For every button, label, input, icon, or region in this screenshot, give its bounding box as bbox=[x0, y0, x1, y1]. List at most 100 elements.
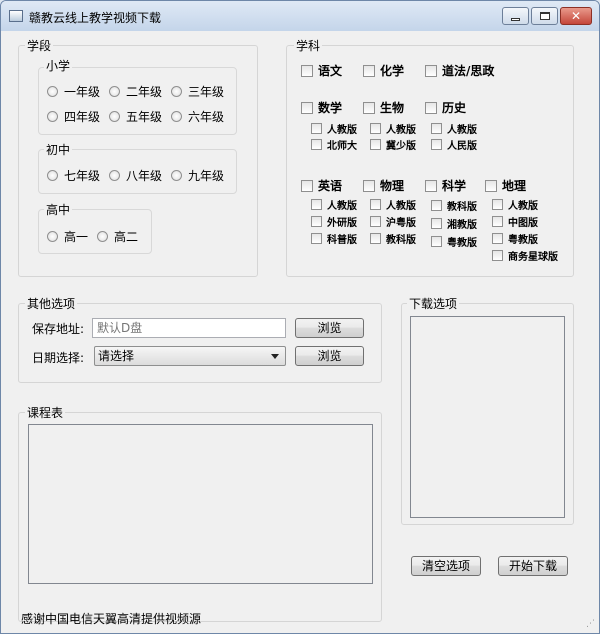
checkbox-science-v1[interactable]: 教科版 bbox=[431, 198, 477, 213]
radio-icon bbox=[171, 170, 182, 181]
date-select[interactable]: 请选择 bbox=[94, 346, 286, 366]
close-icon: ✕ bbox=[570, 9, 582, 23]
checkbox-icon bbox=[431, 200, 442, 211]
radio-label: 九年级 bbox=[188, 169, 225, 183]
radio-icon bbox=[97, 231, 108, 242]
browse-button[interactable]: 浏览 bbox=[295, 318, 364, 338]
checkbox-chinese[interactable]: 语文 bbox=[301, 62, 342, 79]
radio-grade-6[interactable]: 六年级 bbox=[171, 108, 224, 125]
schedule-list[interactable] bbox=[28, 424, 373, 584]
schedule-title: 课程表 bbox=[25, 404, 66, 421]
title-bar: 赣教云线上教学视频下载 ✕ bbox=[1, 1, 599, 31]
radio-label: 七年级 bbox=[64, 169, 101, 183]
checkbox-icon bbox=[363, 64, 375, 77]
checkbox-icon bbox=[311, 216, 322, 227]
checkbox-geography[interactable]: 地理 bbox=[485, 177, 526, 194]
checkbox-biology-v1[interactable]: 人教版 bbox=[370, 121, 416, 136]
checkbox-physics[interactable]: 物理 bbox=[363, 177, 404, 194]
radio-icon bbox=[47, 231, 58, 242]
other-options-title: 其他选项 bbox=[25, 295, 78, 312]
checkbox-label: 商务星球版 bbox=[508, 252, 558, 263]
radio-label: 高二 bbox=[114, 230, 139, 244]
checkbox-icon bbox=[370, 139, 381, 150]
checkbox-icon bbox=[311, 139, 322, 150]
checkbox-icon bbox=[311, 233, 322, 244]
checkbox-icon bbox=[492, 199, 503, 210]
checkbox-english-v2[interactable]: 外研版 bbox=[311, 214, 357, 229]
checkbox-english-v3[interactable]: 科普版 bbox=[311, 231, 357, 246]
checkbox-chemistry[interactable]: 化学 bbox=[363, 62, 404, 79]
start-download-button[interactable]: 开始下载 bbox=[498, 556, 568, 576]
save-path-input[interactable] bbox=[92, 318, 286, 338]
checkbox-label: 人民版 bbox=[447, 141, 477, 152]
checkbox-label: 历史 bbox=[442, 101, 467, 115]
radio-icon bbox=[109, 111, 120, 122]
middle-group-title: 初中 bbox=[44, 141, 73, 158]
checkbox-icon bbox=[485, 179, 497, 192]
checkbox-label: 道法/思政 bbox=[442, 64, 495, 78]
radio-grade-8[interactable]: 八年级 bbox=[109, 167, 162, 184]
checkbox-physics-v2[interactable]: 沪粤版 bbox=[370, 214, 416, 229]
checkbox-icon bbox=[431, 218, 442, 229]
checkbox-label: 科普版 bbox=[327, 235, 357, 246]
checkbox-icon bbox=[425, 179, 437, 192]
checkbox-label: 生物 bbox=[380, 101, 405, 115]
radio-grade-10[interactable]: 高一 bbox=[47, 228, 88, 245]
download-options-title: 下载选项 bbox=[407, 295, 460, 312]
checkbox-biology[interactable]: 生物 bbox=[363, 99, 404, 116]
checkbox-geography-v2[interactable]: 中图版 bbox=[492, 214, 538, 229]
minimize-button[interactable] bbox=[502, 7, 529, 25]
radio-label: 六年级 bbox=[188, 110, 225, 124]
radio-grade-3[interactable]: 三年级 bbox=[171, 83, 224, 100]
checkbox-physics-v3[interactable]: 教科版 bbox=[370, 231, 416, 246]
radio-icon bbox=[47, 170, 58, 181]
radio-grade-2[interactable]: 二年级 bbox=[109, 83, 162, 100]
checkbox-math[interactable]: 数学 bbox=[301, 99, 342, 116]
radio-icon bbox=[109, 86, 120, 97]
radio-grade-1[interactable]: 一年级 bbox=[47, 83, 100, 100]
checkbox-english[interactable]: 英语 bbox=[301, 177, 342, 194]
checkbox-label: 中图版 bbox=[508, 218, 538, 229]
radio-grade-11[interactable]: 高二 bbox=[97, 228, 138, 245]
radio-grade-9[interactable]: 九年级 bbox=[171, 167, 224, 184]
checkbox-science-v3[interactable]: 粤教版 bbox=[431, 234, 477, 249]
resize-grip-icon[interactable]: ⋰ bbox=[586, 619, 596, 629]
clear-options-button[interactable]: 清空选项 bbox=[411, 556, 481, 576]
close-button[interactable]: ✕ bbox=[560, 7, 592, 25]
maximize-button[interactable] bbox=[531, 7, 558, 25]
save-path-label: 保存地址: bbox=[32, 322, 85, 336]
checkbox-history-v2[interactable]: 人民版 bbox=[431, 137, 477, 152]
date-browse-button[interactable]: 浏览 bbox=[295, 346, 364, 366]
checkbox-english-v1[interactable]: 人教版 bbox=[311, 197, 357, 212]
checkbox-geography-v1[interactable]: 人教版 bbox=[492, 197, 538, 212]
window-title: 赣教云线上教学视频下载 bbox=[29, 11, 162, 25]
download-list[interactable] bbox=[410, 316, 565, 518]
chevron-down-icon bbox=[271, 354, 279, 359]
checkbox-physics-v1[interactable]: 人教版 bbox=[370, 197, 416, 212]
checkbox-label: 人教版 bbox=[327, 201, 357, 212]
checkbox-geography-v3[interactable]: 粤教版 bbox=[492, 231, 538, 246]
checkbox-math-v1[interactable]: 人教版 bbox=[311, 121, 357, 136]
checkbox-science[interactable]: 科学 bbox=[425, 177, 466, 194]
checkbox-label: 人教版 bbox=[508, 201, 538, 212]
checkbox-science-v2[interactable]: 湘教版 bbox=[431, 216, 477, 231]
checkbox-label: 人教版 bbox=[327, 125, 357, 136]
radio-grade-4[interactable]: 四年级 bbox=[47, 108, 100, 125]
checkbox-geography-v4[interactable]: 商务星球版 bbox=[492, 248, 558, 263]
checkbox-label: 人教版 bbox=[386, 201, 416, 212]
checkbox-history[interactable]: 历史 bbox=[425, 99, 466, 116]
radio-grade-7[interactable]: 七年级 bbox=[47, 167, 100, 184]
checkbox-label: 冀少版 bbox=[386, 141, 416, 152]
checkbox-label: 人教版 bbox=[386, 125, 416, 136]
checkbox-label: 沪粤版 bbox=[386, 218, 416, 229]
checkbox-morality[interactable]: 道法/思政 bbox=[425, 62, 497, 79]
primary-group-title: 小学 bbox=[44, 57, 73, 74]
radio-label: 八年级 bbox=[126, 169, 163, 183]
radio-grade-5[interactable]: 五年级 bbox=[109, 108, 162, 125]
checkbox-biology-v2[interactable]: 冀少版 bbox=[370, 137, 416, 152]
checkbox-label: 科学 bbox=[442, 179, 467, 193]
checkbox-history-v1[interactable]: 人教版 bbox=[431, 121, 477, 136]
other-options-group bbox=[18, 303, 382, 383]
checkbox-math-v2[interactable]: 北师大 bbox=[311, 137, 357, 152]
main-content: 学段 小学 一年级 二年级 三年级 四年级 五年级 六年级 初中 七年级 八年级… bbox=[1, 31, 599, 633]
